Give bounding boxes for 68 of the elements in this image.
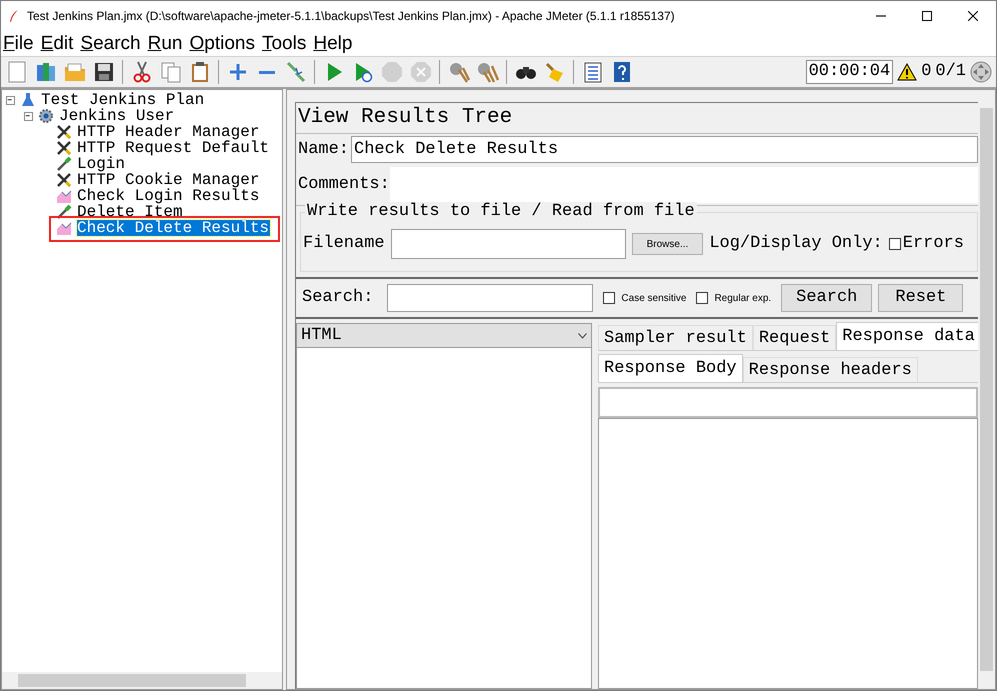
tree-item[interactable]: Jenkins User xyxy=(59,108,176,124)
menu-item[interactable]: Help xyxy=(311,32,354,56)
errors-label: Errors xyxy=(902,233,964,256)
search-button[interactable]: Search xyxy=(781,284,872,312)
pipette-icon xyxy=(56,156,72,172)
tree-item[interactable]: Check Delete Results xyxy=(77,220,270,236)
tab[interactable]: Response Body xyxy=(598,354,743,382)
regular-exp-label: Regular exp. xyxy=(714,292,772,306)
pipette-icon xyxy=(56,204,72,220)
warning-count: 0 xyxy=(921,61,932,84)
maximize-icon xyxy=(922,11,932,21)
case-sensitive-label: Case sensitive xyxy=(621,292,686,306)
menu-item[interactable]: File xyxy=(1,32,36,56)
broom-icon xyxy=(476,60,500,84)
tab[interactable]: Response data xyxy=(836,322,981,350)
gear-icon xyxy=(38,108,54,124)
wrench-screwdriver-icon xyxy=(56,124,72,140)
errors-checkbox[interactable] xyxy=(888,238,901,250)
thread-count: 0/1 xyxy=(935,61,966,84)
elapsed-time: 00:00:04 xyxy=(806,60,894,84)
browse-button[interactable]: Browse... xyxy=(632,233,704,255)
expander-icon[interactable] xyxy=(24,112,33,120)
menu-item[interactable]: Options xyxy=(187,32,257,56)
tree-item[interactable]: Test Jenkins Plan xyxy=(41,92,206,108)
warning-icon xyxy=(897,63,918,81)
flask-icon xyxy=(20,92,36,108)
copy-icon xyxy=(158,60,182,84)
regular-exp-checkbox[interactable] xyxy=(696,292,708,304)
minus-icon xyxy=(258,70,274,74)
tree-item[interactable]: HTTP Header Manager xyxy=(77,124,260,140)
x-octagon-icon xyxy=(408,60,432,84)
tab[interactable]: Sampler result xyxy=(598,325,753,350)
horizontal-scrollbar[interactable] xyxy=(2,672,282,689)
name-label: Name: xyxy=(298,138,350,161)
tree-item[interactable]: Check Login Results xyxy=(77,188,260,204)
response-text-area[interactable] xyxy=(598,387,978,418)
tree-item[interactable]: HTTP Cookie Manager xyxy=(77,172,260,188)
tab[interactable]: Request xyxy=(752,325,836,350)
wrench-screwdriver-icon xyxy=(56,140,72,156)
panel-title: View Results Tree xyxy=(297,105,514,131)
menu-item[interactable]: Edit xyxy=(38,32,76,56)
case-sensitive-checkbox[interactable] xyxy=(603,292,616,304)
tree-item[interactable]: Delete Item xyxy=(77,204,184,220)
search-field[interactable] xyxy=(387,284,594,312)
log-display-label: Log/Display Only: xyxy=(709,233,883,256)
reset-button[interactable]: Reset xyxy=(878,284,964,312)
stop-sign-icon xyxy=(380,60,404,84)
expander-icon[interactable] xyxy=(6,96,15,104)
search-label: Search: xyxy=(302,287,374,310)
filename-label: Filename xyxy=(303,233,385,256)
chart-icon xyxy=(56,188,72,204)
chart-icon xyxy=(56,220,72,236)
status-icon xyxy=(970,61,992,83)
tab[interactable]: Response headers xyxy=(742,357,918,382)
filename-field[interactable] xyxy=(390,229,626,259)
renderer-dropdown[interactable]: HTML xyxy=(297,324,591,348)
name-field[interactable]: Check Delete Results xyxy=(351,136,978,163)
window-title: Test Jenkins Plan.jmx (D:\software\apache-jmeter-5.1.1\backups\Test Jenkins Plan.jmx) - Apache JMeter (5.1.1 r1855137) xyxy=(27,8,675,25)
menu-item[interactable]: Tools xyxy=(260,32,308,56)
comments-label: Comments: xyxy=(298,174,390,196)
tree-item[interactable]: HTTP Request Default xyxy=(77,140,270,156)
wrench-screwdriver-icon xyxy=(56,172,72,188)
chevron-icon xyxy=(578,332,587,338)
menu-item[interactable]: Run xyxy=(146,32,184,56)
tree-item[interactable]: Login xyxy=(77,156,126,172)
menu-item[interactable]: Search xyxy=(78,32,143,56)
feather-icon xyxy=(8,9,20,23)
close-icon xyxy=(968,11,978,21)
